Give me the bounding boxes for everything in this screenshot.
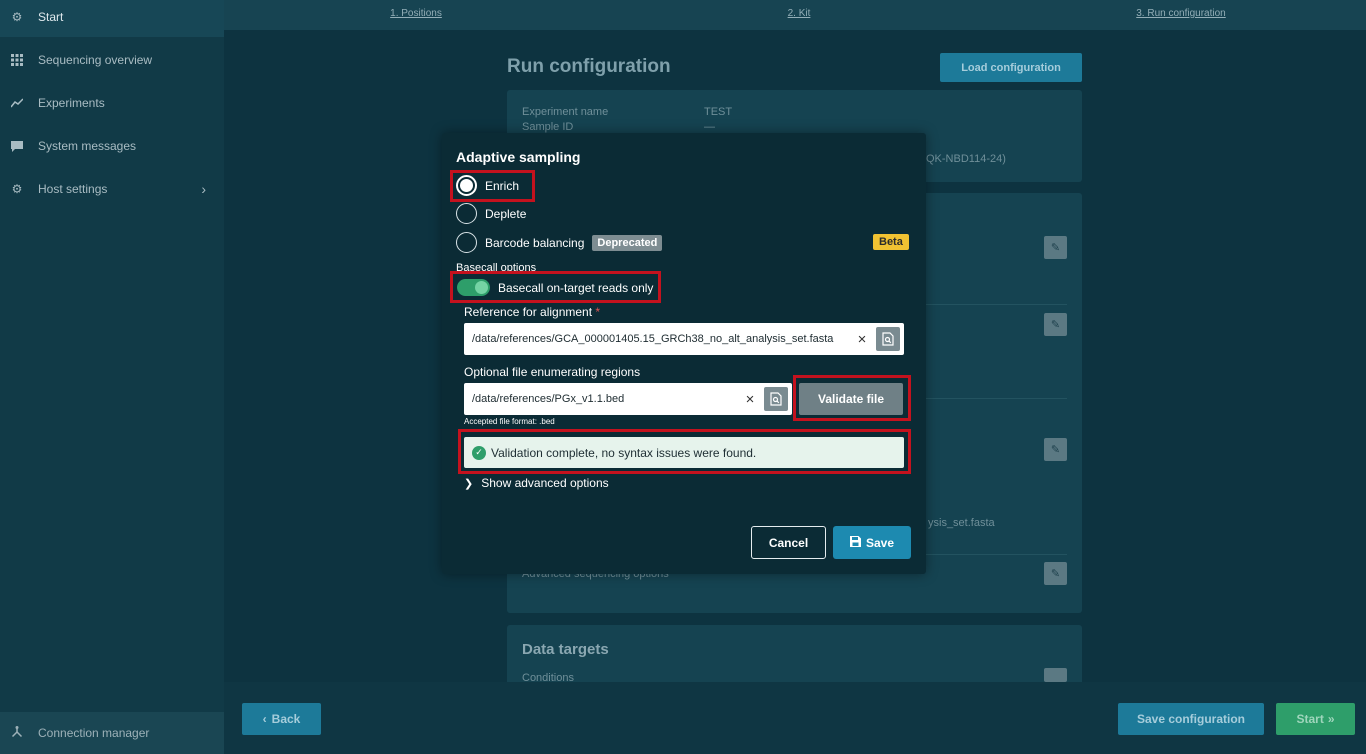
chart-line-icon [10, 96, 24, 110]
save-configuration-button[interactable]: Save configuration [1118, 703, 1264, 735]
show-advanced-label: Show advanced options [481, 476, 609, 490]
edit-button[interactable]: ✎ [1044, 313, 1067, 336]
back-button-label: Back [271, 712, 301, 726]
reference-input[interactable]: /data/references/GCA_000001405.15_GRCh38… [464, 323, 904, 355]
radio-barcode-balancing[interactable]: Barcode balancing Deprecated [456, 232, 663, 253]
save-button-label: Save [865, 535, 895, 550]
sidebar-item-label: Start [38, 10, 64, 24]
sidebar-item-label: Host settings [38, 182, 108, 196]
connection-manager-label: Connection manager [38, 726, 150, 740]
pencil-icon: ✎ [1050, 242, 1061, 254]
reference-input-value: /data/references/GCA_000001405.15_GRCh38… [472, 333, 834, 345]
radio-label: Barcode balancing [485, 235, 585, 250]
radio-unselected-icon [456, 203, 477, 224]
regions-label: Optional file enumerating regions [464, 365, 641, 379]
reference-partial-text: ysis_set.fasta [928, 517, 995, 529]
sidebar-item-label: Experiments [38, 96, 105, 110]
kit-value: (SQK-NBD114-24) [915, 153, 1006, 165]
edit-button[interactable]: ✎ [1044, 562, 1067, 585]
pencil-icon: ✎ [1050, 444, 1061, 456]
beta-badge: Beta [873, 234, 909, 250]
highlight-enrich [450, 170, 535, 202]
sidebar-item-system-messages[interactable]: System messages [0, 126, 224, 166]
step-run-configuration[interactable]: 3. Run configuration [1136, 8, 1226, 19]
message-icon [10, 139, 24, 153]
connection-manager[interactable]: Connection manager [0, 712, 224, 754]
required-mark: * [595, 305, 601, 319]
pencil-icon: ✎ [1050, 319, 1061, 331]
edit-button[interactable]: ✎ [1044, 438, 1067, 461]
regions-input-value: /data/references/PGx_v1.1.bed [472, 393, 625, 405]
dialog-title: Adaptive sampling [456, 149, 581, 165]
radio-unselected-icon [456, 232, 477, 253]
back-button[interactable]: ‹ Back [242, 703, 321, 735]
step-kit[interactable]: 2. Kit [788, 8, 811, 19]
browse-file-icon[interactable] [876, 327, 900, 351]
clear-icon[interactable]: × [852, 331, 872, 348]
browse-file-icon[interactable] [764, 387, 788, 411]
clear-icon[interactable]: × [740, 391, 760, 408]
grid-icon [10, 53, 24, 67]
gear-icon: ⚙ [11, 182, 23, 196]
cancel-button[interactable]: Cancel [751, 526, 826, 559]
edit-button[interactable]: ✎ [1044, 236, 1067, 259]
data-targets-title: Data targets [522, 641, 609, 658]
deprecated-badge: Deprecated [592, 234, 663, 251]
reference-label-text: Reference for alignment [464, 305, 593, 319]
highlight-basecall-toggle [450, 271, 661, 303]
floppy-disk-icon [849, 535, 861, 550]
regions-input[interactable]: /data/references/PGx_v1.1.bed × [464, 383, 792, 415]
edit-button[interactable] [1044, 668, 1067, 682]
save-button[interactable]: Save [833, 526, 911, 559]
stepper: 1. Positions 2. Kit 3. Run configuration [224, 0, 1366, 30]
step-positions[interactable]: 1. Positions [390, 8, 442, 19]
experiment-name-label: Experiment name [522, 106, 609, 118]
accepted-format-hint: Accepted file format: .bed [464, 417, 555, 426]
network-icon [10, 725, 24, 741]
radio-label: Deplete [485, 206, 527, 221]
reference-label: Reference for alignment * [464, 305, 600, 319]
sample-id-label: Sample ID [522, 121, 574, 133]
sidebar-item-label: System messages [38, 139, 137, 153]
sidebar-item-start[interactable]: ⚙ Start [0, 0, 224, 37]
sidebar-item-sequencing-overview[interactable]: Sequencing overview [0, 40, 224, 80]
sidebar-item-experiments[interactable]: Experiments [0, 83, 224, 123]
gear-icon: ⚙ [11, 10, 23, 24]
start-button-label: Start [1296, 712, 1324, 726]
sidebar-item-label: Sequencing overview [38, 53, 153, 67]
chevron-left-icon: ‹ [262, 712, 267, 726]
sidebar-item-host-settings[interactable]: ⚙ Host settings › [0, 169, 224, 209]
sample-id-value: — [704, 121, 715, 133]
chevron-right-icon: ❯ [464, 477, 474, 490]
highlight-validate-button [793, 375, 911, 421]
chevron-right-icon: › [201, 181, 206, 197]
highlight-validation-alert [458, 429, 911, 474]
page-title: Run configuration [507, 56, 671, 77]
pencil-icon: ✎ [1050, 568, 1061, 580]
radio-deplete[interactable]: Deplete [456, 203, 526, 224]
load-configuration-button[interactable]: Load configuration [940, 53, 1082, 82]
start-button[interactable]: Start » [1276, 703, 1355, 735]
double-chevron-right-icon: » [1327, 712, 1335, 726]
experiment-name-value: TEST [704, 106, 733, 118]
sidebar: ⚙ Start Sequencing overview Experiments … [0, 0, 224, 754]
show-advanced-options[interactable]: ❯ Show advanced options [464, 476, 609, 490]
